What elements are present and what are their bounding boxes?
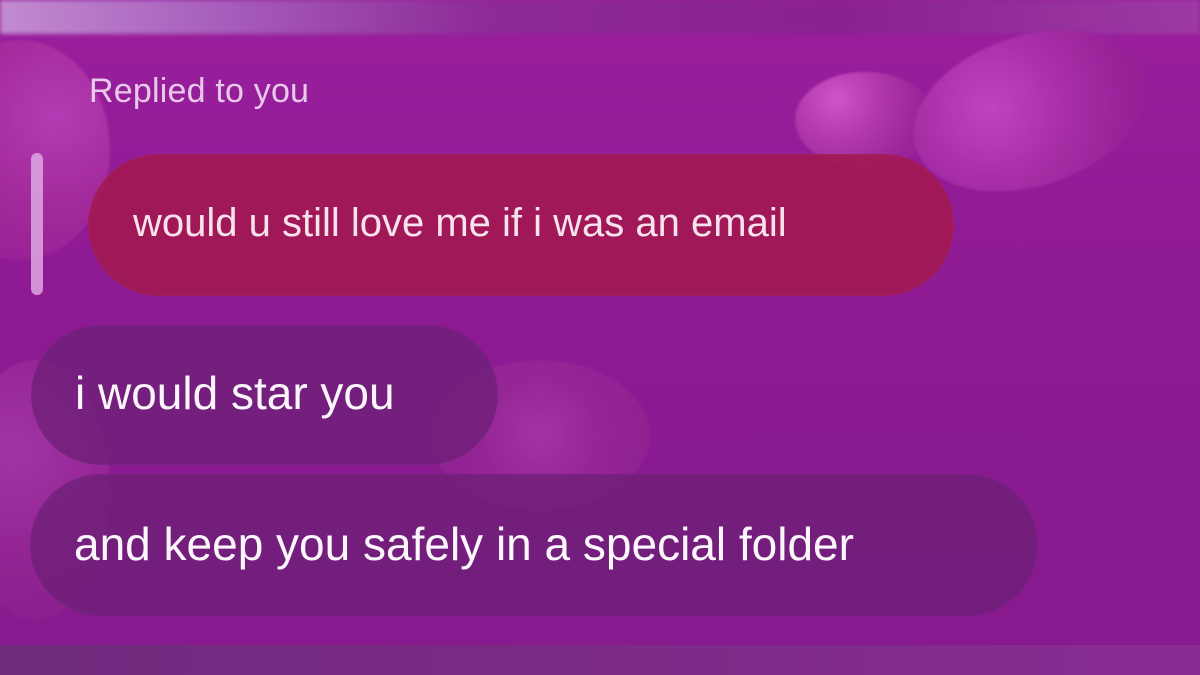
chat-screen: Replied to you would u still love me if … <box>0 0 1200 675</box>
message-bubble[interactable]: and keep you safely in a special folder <box>30 474 1038 616</box>
reply-label: Replied to you <box>89 72 310 110</box>
message-text: i would star you <box>75 367 395 419</box>
message-text: and keep you safely in a special folder <box>74 518 854 570</box>
message-bubble[interactable]: i would star you <box>31 325 498 465</box>
quoted-message-bubble[interactable]: would u still love me if i was an email <box>88 154 954 296</box>
quoted-message-text: would u still love me if i was an email <box>133 201 787 245</box>
bottom-blur-strip <box>0 645 1200 675</box>
reply-indicator-bar <box>31 153 43 295</box>
top-blur-strip <box>0 0 1200 34</box>
